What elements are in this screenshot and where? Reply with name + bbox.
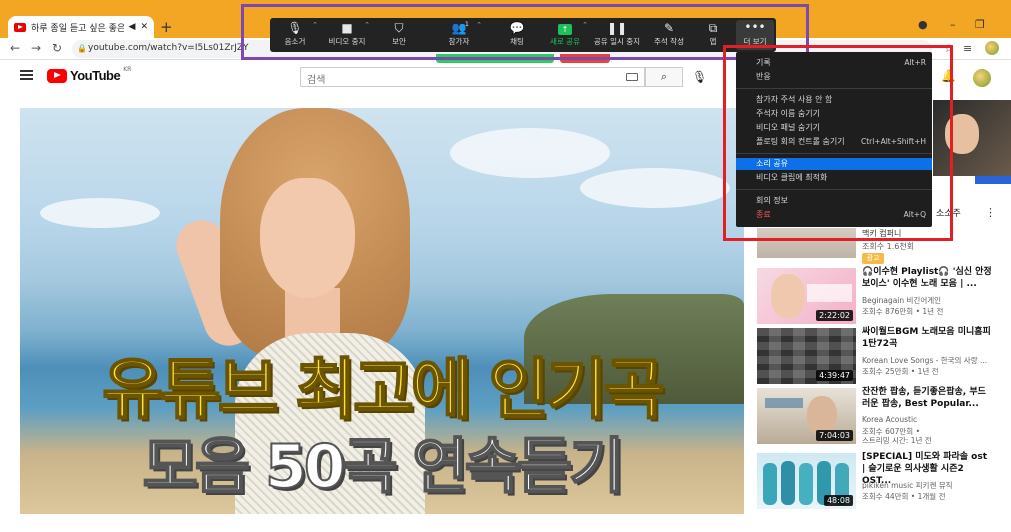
video-thumbnail[interactable]: 7:04:03 xyxy=(757,388,856,444)
youtube-play-icon xyxy=(47,68,67,83)
forward-icon[interactable]: → xyxy=(31,41,41,55)
video-duration: 7:04:03 xyxy=(816,430,853,441)
search-placeholder: 검색 xyxy=(307,75,326,86)
avatar[interactable] xyxy=(973,69,991,87)
woman-face xyxy=(260,178,355,298)
youtube-wordmark: YouTube xyxy=(70,68,121,83)
video-meta: 조회수 25만회 • 1년 전 xyxy=(862,367,939,376)
ad-badge: 광고 xyxy=(862,253,884,264)
search-button[interactable]: ⌕ xyxy=(645,67,683,87)
sidebar-blue-button[interactable] xyxy=(975,176,1011,184)
back-icon[interactable]: ← xyxy=(10,41,20,55)
youtube-favicon-icon xyxy=(14,22,26,32)
tab-title: 하루 종일 듣고 싶은 좋은노 xyxy=(31,23,124,34)
new-tab-button[interactable]: + xyxy=(160,18,173,36)
lock-icon: 🔒 xyxy=(77,44,87,53)
cloud xyxy=(40,198,160,228)
thumbnail-caption xyxy=(807,284,852,302)
video-meta-2: 스트리밍 시간: 1년 전 xyxy=(862,436,932,445)
video-thumbnail[interactable]: 48:08 xyxy=(757,453,856,509)
search-icon: ⌕ xyxy=(660,70,668,83)
video-meta: 조회수 876만회 • 1년 전 xyxy=(862,307,944,316)
video-title[interactable]: 싸이월드BGM 노래모음 미니홈피 1탄72곡 xyxy=(862,326,992,350)
thumbnail-figure xyxy=(763,463,777,505)
speaker-icon[interactable]: ◀︎ xyxy=(129,22,136,32)
video-duration: 4:39:47 xyxy=(816,370,853,381)
list-item[interactable]: 7:04:03 잔잔한 팝송, 듣기좋은팝송, 부드러운 팝송, Best Po… xyxy=(757,386,1007,445)
youtube-logo[interactable]: YouTube KR xyxy=(47,66,132,83)
highlight-box-menu xyxy=(723,45,953,241)
list-item[interactable]: 48:08 [SPECIAL] 미도와 파라솔 ost | 슬기로운 의사생활 … xyxy=(757,452,1007,509)
playlist-icon[interactable]: ≡ xyxy=(963,42,972,55)
menu-icon[interactable] xyxy=(20,70,33,80)
video-meta: 조회수 44만회 • 1개월 전 xyxy=(862,492,946,501)
video-title[interactable]: 잔잔한 팝송, 듣기좋은팝송, 부드러운 팝송, Best Popular... xyxy=(862,386,992,410)
channel-name[interactable]: pikiken music 피키켄 뮤직 xyxy=(862,480,953,491)
channel-name[interactable]: Korea Acoustic xyxy=(862,415,917,424)
keyboard-icon[interactable] xyxy=(626,73,638,81)
video-duration: 2:22:02 xyxy=(816,310,853,321)
cloud xyxy=(580,168,730,208)
video-headline-2: 모음 50곡 연속듣기 xyxy=(142,431,626,503)
list-item[interactable]: 2:22:02 🎧이수현 Playlist🎧 '심신 안정 보이스' 이수현 노… xyxy=(757,266,1007,324)
cloud xyxy=(450,128,610,178)
video-thumbnail[interactable]: 4:39:47 xyxy=(757,328,856,384)
screen: 하루 종일 듣고 싶은 좋은노 ◀︎ ✕ + ● – ❐ ← → ↻ 🔒 you… xyxy=(0,0,1011,532)
thumbnail-face xyxy=(771,274,805,318)
browser-tab[interactable]: 하루 종일 듣고 싶은 좋은노 ◀︎ ✕ xyxy=(8,16,154,38)
thumbnail-figure xyxy=(781,461,795,505)
thumbnail-figure xyxy=(799,463,813,505)
url-text: youtube.com/watch?v=I5Ls01ZrJZY xyxy=(88,43,249,53)
kebab-menu-icon[interactable]: ⋮ xyxy=(985,206,996,219)
channel-name[interactable]: Korean Love Songs - 한국의 사랑 ... xyxy=(862,355,987,366)
ad-views: 조회수 1.6천회 xyxy=(862,242,915,251)
reload-icon[interactable]: ↻ xyxy=(52,41,62,55)
restore-icon[interactable]: ❐ xyxy=(975,18,985,31)
list-item[interactable]: 4:39:47 싸이월드BGM 노래모음 미니홈피 1탄72곡 Korean L… xyxy=(757,326,1007,384)
region-code: KR xyxy=(123,66,132,73)
search-input[interactable]: 검색 xyxy=(300,67,645,87)
voice-search-icon[interactable]: 🎙 xyxy=(692,70,707,84)
thumbnail-caption xyxy=(765,398,803,408)
channel-name[interactable]: Beginagain 비긴어게인 xyxy=(862,295,941,306)
video-duration: 48:08 xyxy=(823,495,853,506)
profile-dot-icon[interactable]: ● xyxy=(918,18,928,31)
video-title[interactable]: 🎧이수현 Playlist🎧 '심신 안정 보이스' 이수현 노래 모음 | .… xyxy=(862,266,992,290)
minimize-icon[interactable]: – xyxy=(950,18,956,31)
close-tab-icon[interactable]: ✕ xyxy=(140,22,148,32)
video-player[interactable]: 유튜브 최고에 인기곡 모음 50곡 연속듣기 xyxy=(20,108,744,514)
video-thumbnail[interactable]: 2:22:02 xyxy=(757,268,856,324)
profile-avatar-icon[interactable] xyxy=(985,41,999,55)
